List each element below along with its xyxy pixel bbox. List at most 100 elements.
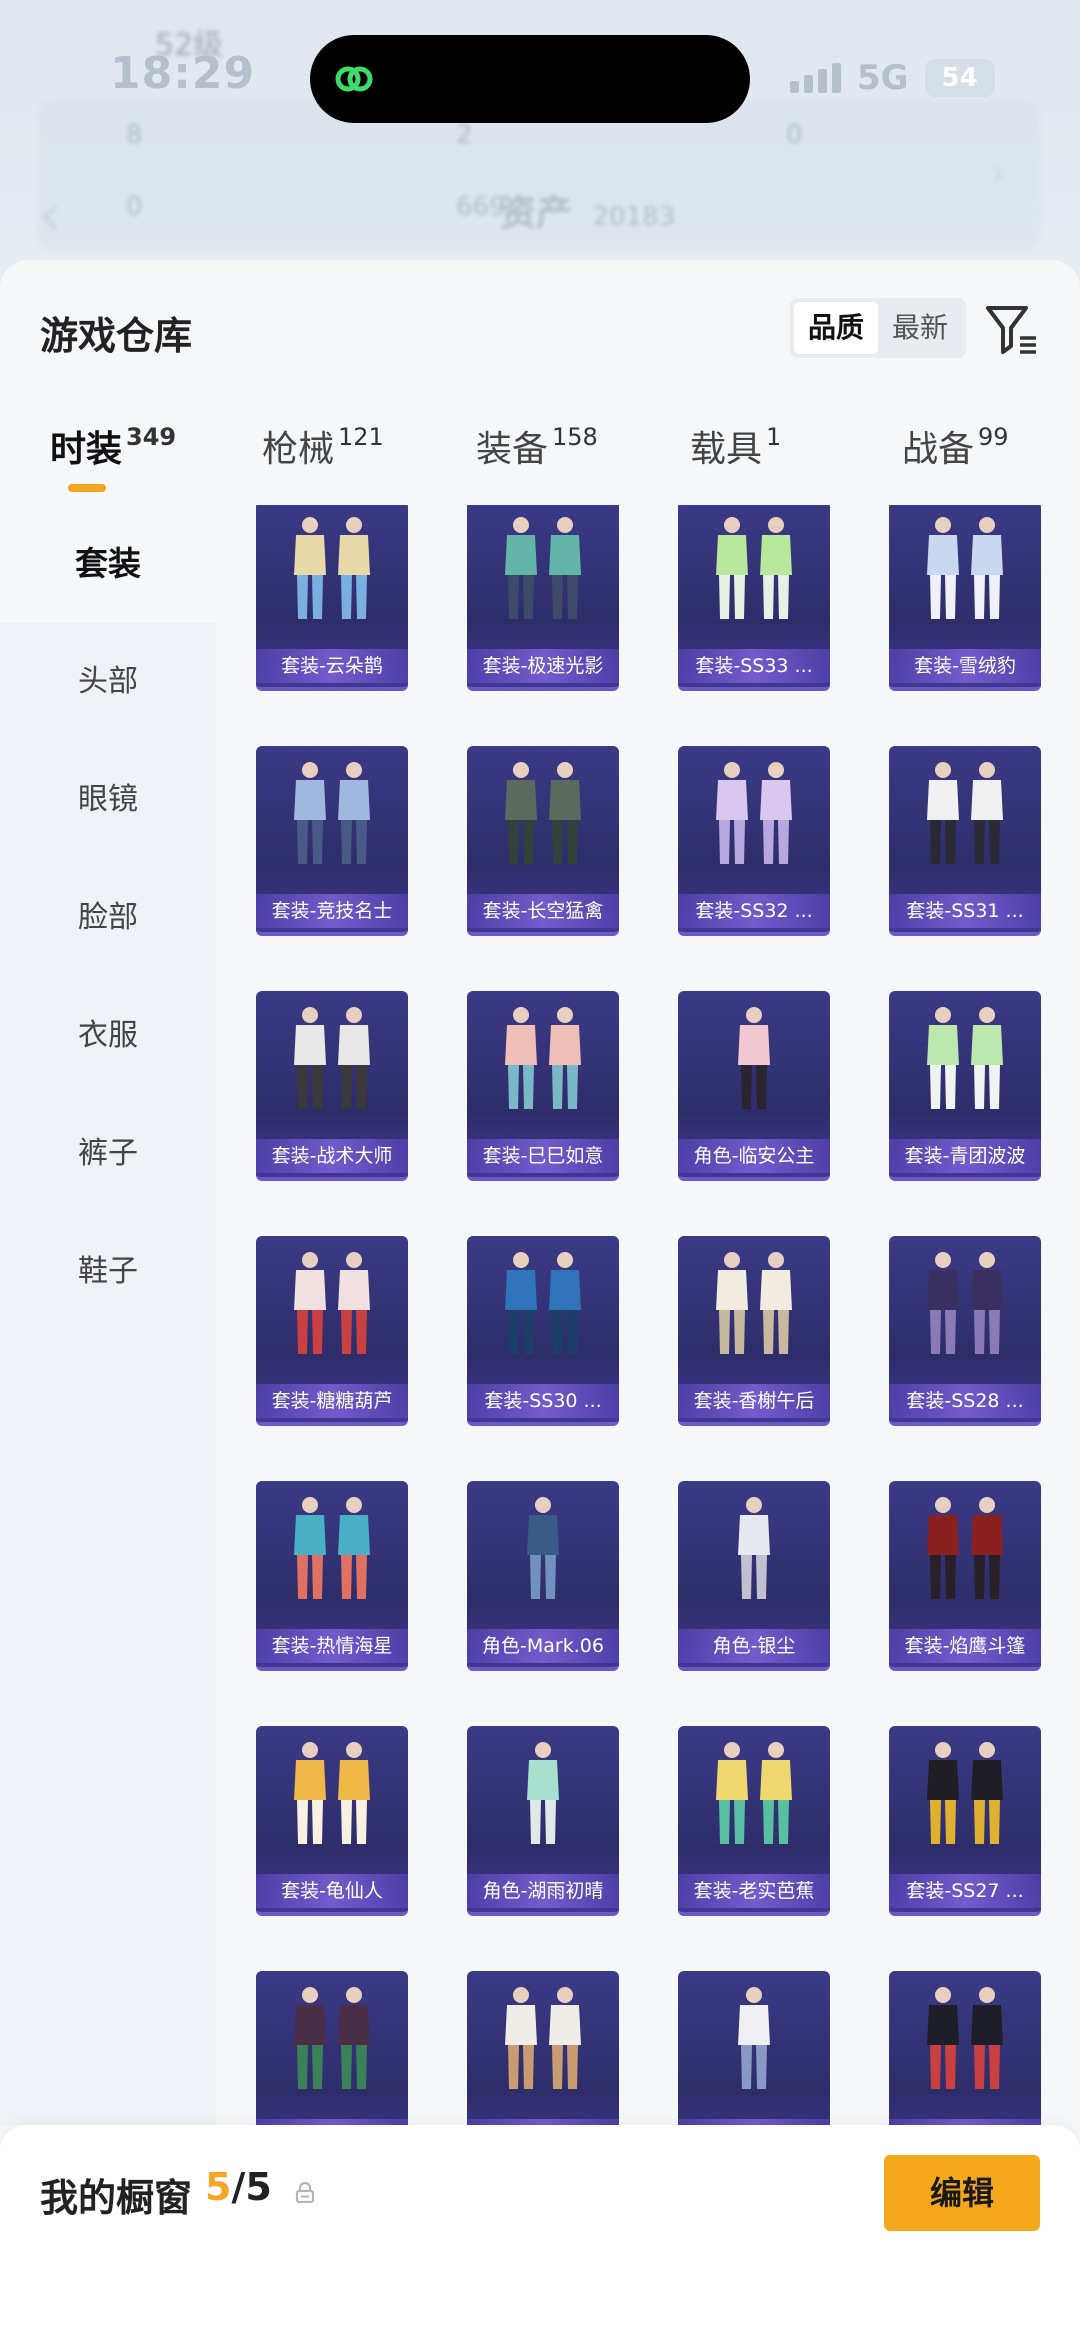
sidebar-item[interactable]: 头部: [0, 623, 216, 741]
item-label: 套装-青团波波: [889, 1139, 1041, 1173]
item-label: 套装-SS28 ...: [889, 1384, 1041, 1418]
item-label: 套装-巳巳如意: [467, 1139, 619, 1173]
filter-icon[interactable]: [982, 300, 1042, 360]
sidebar-item[interactable]: 鞋子: [0, 1213, 216, 1331]
item-card[interactable]: 套装-战术大师: [256, 991, 408, 1181]
showcase-total: /5: [231, 2165, 272, 2209]
tab-vehicles[interactable]: 载具 1: [690, 420, 781, 472]
item-label: 套装-老实芭蕉: [678, 1874, 830, 1908]
item-label: 套装-SS32 ...: [678, 894, 830, 928]
item-card[interactable]: 套装-SS31 ...: [889, 746, 1041, 936]
outfit-figure-icon: [927, 1252, 1003, 1354]
tab-supplies[interactable]: 战备 99: [902, 420, 1009, 472]
outfit-figure-icon: [927, 1987, 1003, 2089]
sort-toggle: 品质 最新: [790, 298, 967, 358]
item-label: 套装-长空猛禽: [467, 894, 619, 928]
subcategory-sidebar: 套装 头部 眼镜 脸部 衣服 裤子 鞋子: [0, 505, 216, 2125]
tab-equipment[interactable]: 装备 158: [476, 420, 598, 472]
item-label: 套装-战术大师: [256, 1139, 408, 1173]
tab-label: 战备: [902, 429, 975, 470]
item-card[interactable]: 角色-湖雨初晴: [467, 1726, 619, 1916]
outfit-figure-icon: [716, 1742, 792, 1844]
item-card[interactable]: 套装-幻羽潜行: [256, 1971, 408, 2125]
tab-label: 时装: [50, 429, 123, 470]
tab-label: 载具: [690, 429, 763, 470]
item-label: 套装-热情海星: [256, 1629, 408, 1663]
item-card[interactable]: 套装-糖糖葫芦: [256, 1236, 408, 1426]
tab-count: 1: [766, 423, 782, 451]
item-card[interactable]: 套装-SS30 ...: [467, 1236, 619, 1426]
tab-count: 349: [126, 423, 177, 451]
lock-icon: [295, 2181, 315, 2203]
network-type: 5G: [857, 58, 909, 98]
sort-option-newest[interactable]: 最新: [878, 302, 962, 354]
outfit-figure-icon: [505, 1252, 581, 1354]
item-label: 套装-SS31 ...: [889, 894, 1041, 928]
item-card[interactable]: 角色-临安公主: [678, 991, 830, 1181]
item-label: 套装-SS33 ...: [678, 649, 830, 683]
tab-weapons[interactable]: 枪械 121: [262, 420, 384, 472]
tab-fashion[interactable]: 时装 349: [50, 420, 176, 472]
warehouse-sheet: 游戏仓库 品质 最新 时装 349 枪械 121 装备 158 载具 1 战备 99 套装…: [0, 260, 1080, 2347]
item-card[interactable]: 套装-老实芭蕉: [678, 1726, 830, 1916]
sidebar-item[interactable]: 裤子: [0, 1095, 216, 1213]
tab-count: 121: [338, 423, 384, 451]
dynamic-island: [310, 35, 750, 123]
item-card[interactable]: 套装-青团波波: [889, 991, 1041, 1181]
outfit-figure-icon: [294, 1252, 370, 1354]
item-card[interactable]: 角色-银尘: [678, 1481, 830, 1671]
item-card[interactable]: 角色-Mark.06: [467, 1481, 619, 1671]
item-card[interactable]: 套装-贝斯之夜: [889, 1971, 1041, 2125]
edit-button[interactable]: 编辑: [884, 2155, 1040, 2231]
item-card[interactable]: 套装-龟仙人: [256, 1726, 408, 1916]
item-card[interactable]: 套装-巳巳如意: [467, 991, 619, 1181]
outfit-figure-icon: [738, 1987, 770, 2089]
item-card[interactable]: 套装-SS33 ...: [678, 505, 830, 691]
outfit-figure-icon: [927, 1007, 1003, 1109]
outfit-figure-icon: [927, 762, 1003, 864]
item-label: 角色-Mark.06: [467, 1629, 619, 1663]
item-label: 套装-龟仙人: [256, 1874, 408, 1908]
outfit-figure-icon: [294, 517, 370, 619]
item-card[interactable]: 套装-SS28 ...: [889, 1236, 1041, 1426]
sort-option-quality[interactable]: 品质: [794, 302, 879, 354]
item-label: 套装-云朵鹊: [256, 649, 408, 683]
asset-summary: 资产 20183: [500, 184, 675, 236]
sidebar-item[interactable]: 衣服: [0, 977, 216, 1095]
item-card[interactable]: 角色-舰行太空: [678, 1971, 830, 2125]
item-card[interactable]: 套装-竞技名士: [256, 746, 408, 936]
showcase-title: 我的橱窗: [40, 2176, 193, 2220]
item-label: 角色-银尘: [678, 1629, 830, 1663]
showcase-bar: 我的橱窗 5/5 编辑: [0, 2125, 1080, 2347]
outfit-figure-icon: [927, 517, 1003, 619]
back-arrow-icon[interactable]: ‹: [38, 180, 62, 250]
battery-icon: 54: [924, 59, 995, 97]
outfit-figure-icon: [505, 1987, 581, 2089]
item-card[interactable]: 套装-香榭午后: [678, 1236, 830, 1426]
sidebar-item[interactable]: 脸部: [0, 859, 216, 977]
status-indicators: 5G 54: [790, 58, 995, 98]
sidebar-item[interactable]: 眼镜: [0, 741, 216, 859]
item-card[interactable]: 套装-热情海星: [256, 1481, 408, 1671]
outfit-figure-icon: [294, 1497, 370, 1599]
item-card[interactable]: 套装-云朵鹊: [256, 505, 408, 691]
outfit-figure-icon: [738, 1007, 770, 1109]
item-card[interactable]: 套装-SS32 ...: [678, 746, 830, 936]
item-card[interactable]: 套装-焰鹰斗篷: [889, 1481, 1041, 1671]
item-card[interactable]: 套装-长空猛禽: [467, 746, 619, 936]
outfit-figure-icon: [294, 1007, 370, 1109]
item-card[interactable]: 套装-极速光影: [467, 505, 619, 691]
asset-label: 资产: [500, 193, 573, 234]
item-card[interactable]: 套装-俏皮奶喵: [467, 1971, 619, 2125]
item-label: 套装-雪绒豹: [889, 649, 1041, 683]
active-tab-indicator: [68, 484, 106, 492]
outfit-figure-icon: [738, 1497, 770, 1599]
showcase-count: 5/5: [205, 2165, 272, 2209]
item-card[interactable]: 套装-雪绒豹: [889, 505, 1041, 691]
item-card[interactable]: 套装-SS27 ...: [889, 1726, 1041, 1916]
outfit-figure-icon: [294, 762, 370, 864]
stat-value: 2: [456, 120, 473, 150]
battery-level: 54: [941, 63, 978, 93]
item-label: 套装-焰鹰斗篷: [889, 1629, 1041, 1663]
sidebar-item[interactable]: 套装: [0, 505, 216, 623]
